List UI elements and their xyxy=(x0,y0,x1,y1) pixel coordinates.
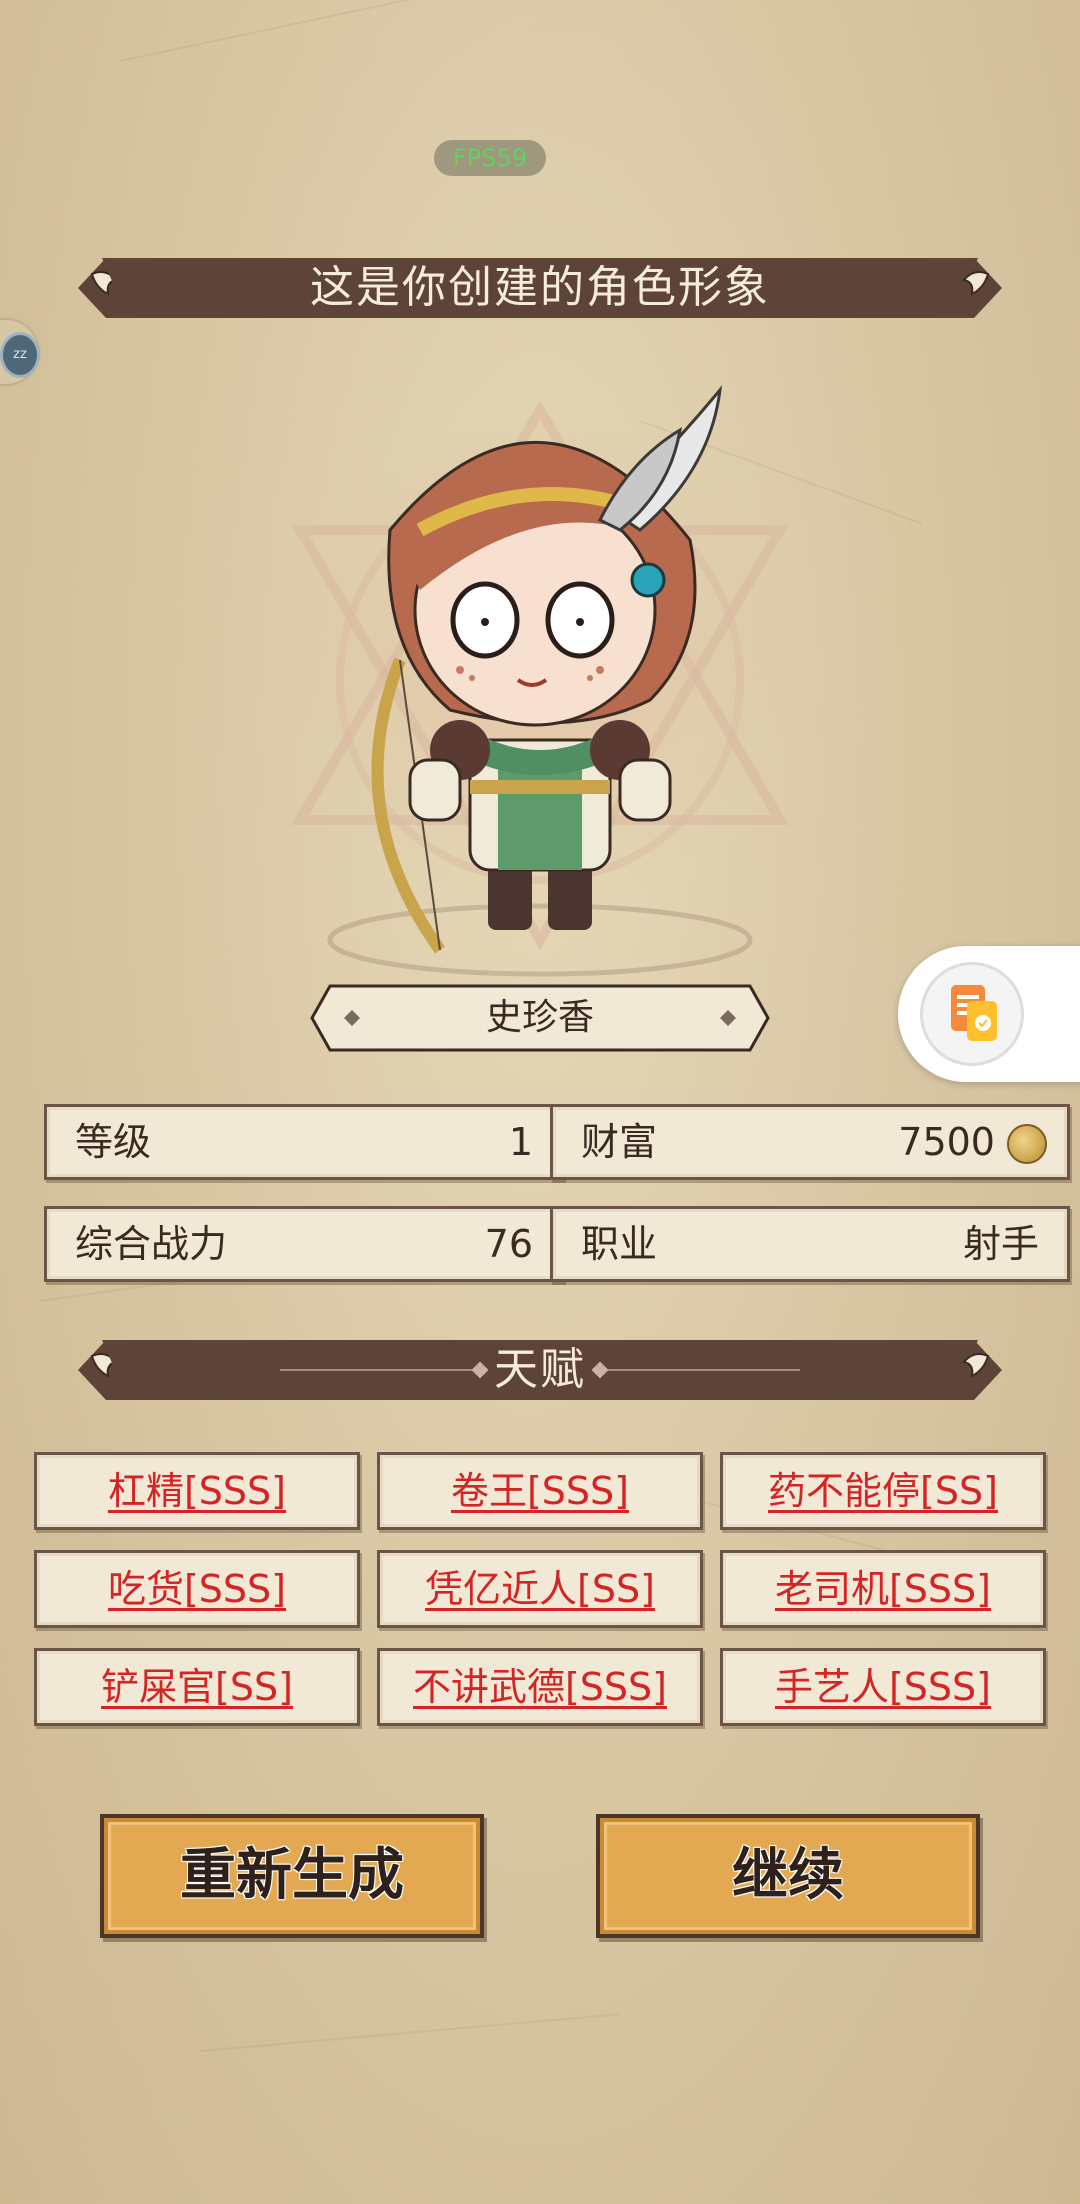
fps-counter: FPS59 xyxy=(434,140,546,176)
stat-power: 综合战力 76 xyxy=(44,1206,564,1282)
stat-label: 财富 xyxy=(581,1120,658,1164)
floating-assistant-widget[interactable] xyxy=(898,946,1080,1082)
talent-item[interactable]: 药不能停[SS] xyxy=(720,1452,1046,1530)
document-icon xyxy=(920,962,1024,1066)
stat-label: 综合战力 xyxy=(75,1222,228,1266)
stat-value: 射手 xyxy=(962,1222,1039,1266)
page-title: 这是你创建的角色形象 xyxy=(310,262,770,313)
coin-icon xyxy=(1007,1124,1047,1164)
stat-value: 76 xyxy=(484,1222,533,1266)
character-name: 史珍香 xyxy=(485,997,594,1038)
talent-item[interactable]: 老司机[SSS] xyxy=(720,1550,1046,1628)
talent-item[interactable]: 吃货[SSS] xyxy=(34,1550,360,1628)
talent-item[interactable]: 铲屎官[SS] xyxy=(34,1648,360,1726)
talent-section-title: 天赋 xyxy=(494,1344,586,1395)
talent-item[interactable]: 卷王[SSS] xyxy=(377,1452,703,1530)
header-banner: 这是你创建的角色形象 xyxy=(70,250,1010,326)
stat-label: 职业 xyxy=(581,1222,658,1266)
zz-badge: zz xyxy=(0,332,40,378)
talent-banner: 天赋 xyxy=(70,1332,1010,1408)
stat-value: 1 xyxy=(508,1120,533,1164)
regenerate-button[interactable]: 重新生成 xyxy=(100,1814,484,1938)
stat-wealth: 财富 7500 xyxy=(550,1104,1070,1180)
talent-item[interactable]: 凭亿近人[SS] xyxy=(377,1550,703,1628)
character-name-plate: 史珍香 xyxy=(310,984,770,1052)
talent-item[interactable]: 手艺人[SSS] xyxy=(720,1648,1046,1726)
stat-level: 等级 1 xyxy=(44,1104,564,1180)
character-avatar xyxy=(280,385,800,977)
floating-side-button[interactable]: zz xyxy=(0,320,40,384)
stat-label: 等级 xyxy=(75,1120,152,1164)
talent-item[interactable]: 杠精[SSS] xyxy=(34,1452,360,1530)
stat-class: 职业 射手 xyxy=(550,1206,1070,1282)
stat-value: 7500 xyxy=(898,1120,995,1164)
talent-item[interactable]: 不讲武德[SSS] xyxy=(377,1648,703,1726)
continue-button[interactable]: 继续 xyxy=(596,1814,980,1938)
